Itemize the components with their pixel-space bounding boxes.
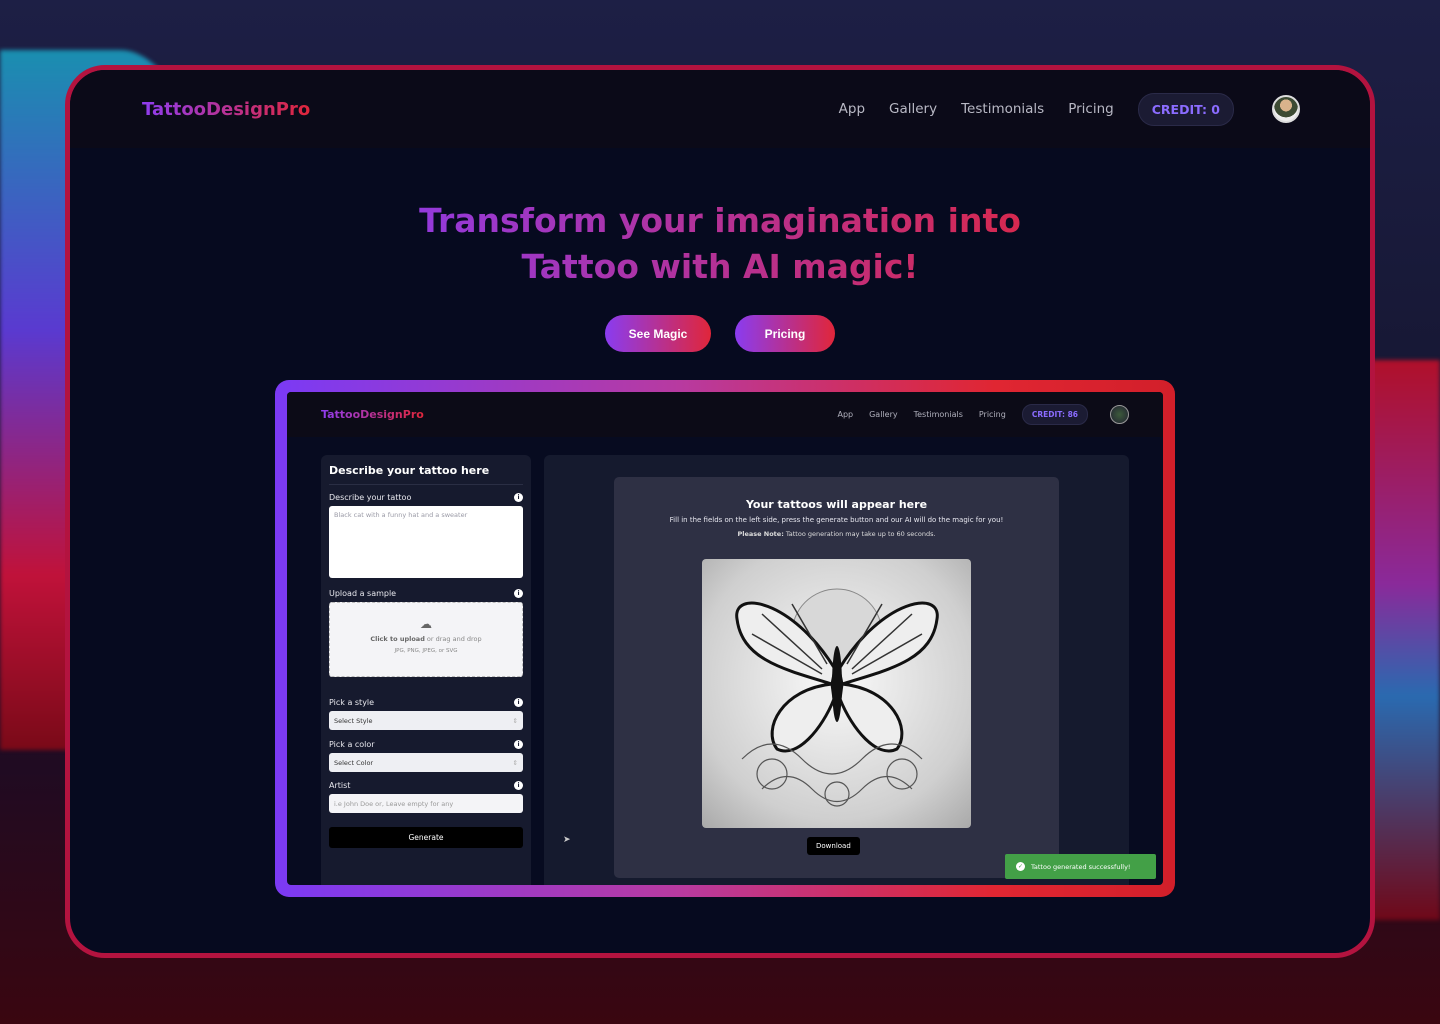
artist-input[interactable]: i.e John Doe or, Leave empty for any: [329, 794, 523, 813]
result-card: Your tattoos will appear here Fill in th…: [614, 477, 1059, 878]
describe-textarea[interactable]: Black cat with a funny hat and a sweater: [329, 506, 523, 578]
preview-nav-gallery[interactable]: Gallery: [869, 410, 898, 419]
style-value: Select Style: [334, 716, 373, 725]
hero-line-2: Tattoo with AI magic!: [521, 247, 919, 286]
color-select[interactable]: Select Color ⇕: [329, 753, 523, 772]
preview-nav-app[interactable]: App: [837, 410, 853, 419]
result-subtitle: Fill in the fields on the left side, pre…: [669, 516, 1004, 524]
result-title: Your tattoos will appear here: [745, 498, 928, 511]
style-select[interactable]: Select Style ⇕: [329, 711, 523, 730]
hero-title: Transform your imagination into Tattoo w…: [70, 198, 1370, 290]
nav-gallery[interactable]: Gallery: [889, 101, 937, 117]
logo[interactable]: TattooDesignPro: [142, 99, 310, 120]
result-panel: Your tattoos will appear here Fill in th…: [544, 455, 1129, 885]
preview-nav-testimonials[interactable]: Testimonials: [914, 410, 963, 419]
upload-types: JPG, PNG, JPEG, or SVG: [394, 648, 458, 654]
browser-frame: TattooDesignPro App Gallery Testimonials…: [65, 65, 1375, 958]
check-circle-icon: ✓: [1016, 862, 1025, 871]
select-arrows-icon: ⇕: [512, 758, 518, 767]
cursor-icon: ➤: [563, 835, 571, 845]
select-arrows-icon: ⇕: [512, 716, 518, 725]
preview-navbar: TattooDesignPro App Gallery Testimonials…: [287, 392, 1163, 437]
app-preview: TattooDesignPro App Gallery Testimonials…: [275, 380, 1175, 897]
upload-rest: or drag and drop: [424, 635, 482, 643]
cloud-upload-icon: ☁: [420, 617, 432, 631]
note-text: Tattoo generation may take up to 60 seco…: [783, 530, 936, 538]
avatar[interactable]: [1272, 95, 1300, 123]
download-button[interactable]: Download: [807, 837, 860, 855]
preview-logo[interactable]: TattooDesignPro: [321, 408, 424, 421]
preview-nav-pricing[interactable]: Pricing: [979, 410, 1006, 419]
tattoo-form: Describe your tattoo here Describe your …: [321, 455, 531, 885]
preview-credit-badge[interactable]: CREDIT: 86: [1021, 404, 1088, 425]
navbar: TattooDesignPro App Gallery Testimonials…: [70, 70, 1370, 148]
style-label: Pick a style: [329, 698, 375, 707]
credit-badge[interactable]: CREDIT: 0: [1137, 92, 1234, 126]
describe-label: Describe your tattoo: [329, 493, 412, 502]
butterfly-icon: [735, 588, 939, 807]
info-icon[interactable]: i: [514, 781, 523, 790]
upload-click[interactable]: Click to upload: [370, 635, 425, 643]
upload-label: Upload a sample: [329, 589, 397, 598]
nav-testimonials[interactable]: Testimonials: [961, 101, 1044, 117]
form-title: Describe your tattoo here: [329, 464, 523, 485]
info-icon[interactable]: i: [514, 740, 523, 749]
success-toast: ✓ Tattoo generated successfully!: [1005, 854, 1156, 879]
color-label: Pick a color: [329, 740, 375, 749]
generated-tattoo-image[interactable]: [702, 559, 971, 828]
upload-dropzone[interactable]: ☁ Click to upload or drag and drop JPG, …: [329, 602, 523, 677]
pricing-button[interactable]: Pricing: [735, 315, 835, 352]
toast-message: Tattoo generated successfully!: [1031, 862, 1131, 871]
info-icon[interactable]: i: [514, 493, 523, 502]
preview-avatar[interactable]: [1110, 405, 1129, 424]
hero-line-1: Transform your imagination into: [419, 201, 1021, 240]
color-value: Select Color: [334, 758, 374, 767]
note-label: Please Note:: [737, 530, 784, 538]
artist-label: Artist: [329, 781, 351, 790]
generate-button[interactable]: Generate: [329, 827, 523, 848]
info-icon[interactable]: i: [514, 698, 523, 707]
nav-pricing[interactable]: Pricing: [1068, 101, 1114, 117]
nav-app[interactable]: App: [839, 101, 865, 117]
info-icon[interactable]: i: [514, 589, 523, 598]
see-magic-button[interactable]: See Magic: [605, 315, 711, 352]
